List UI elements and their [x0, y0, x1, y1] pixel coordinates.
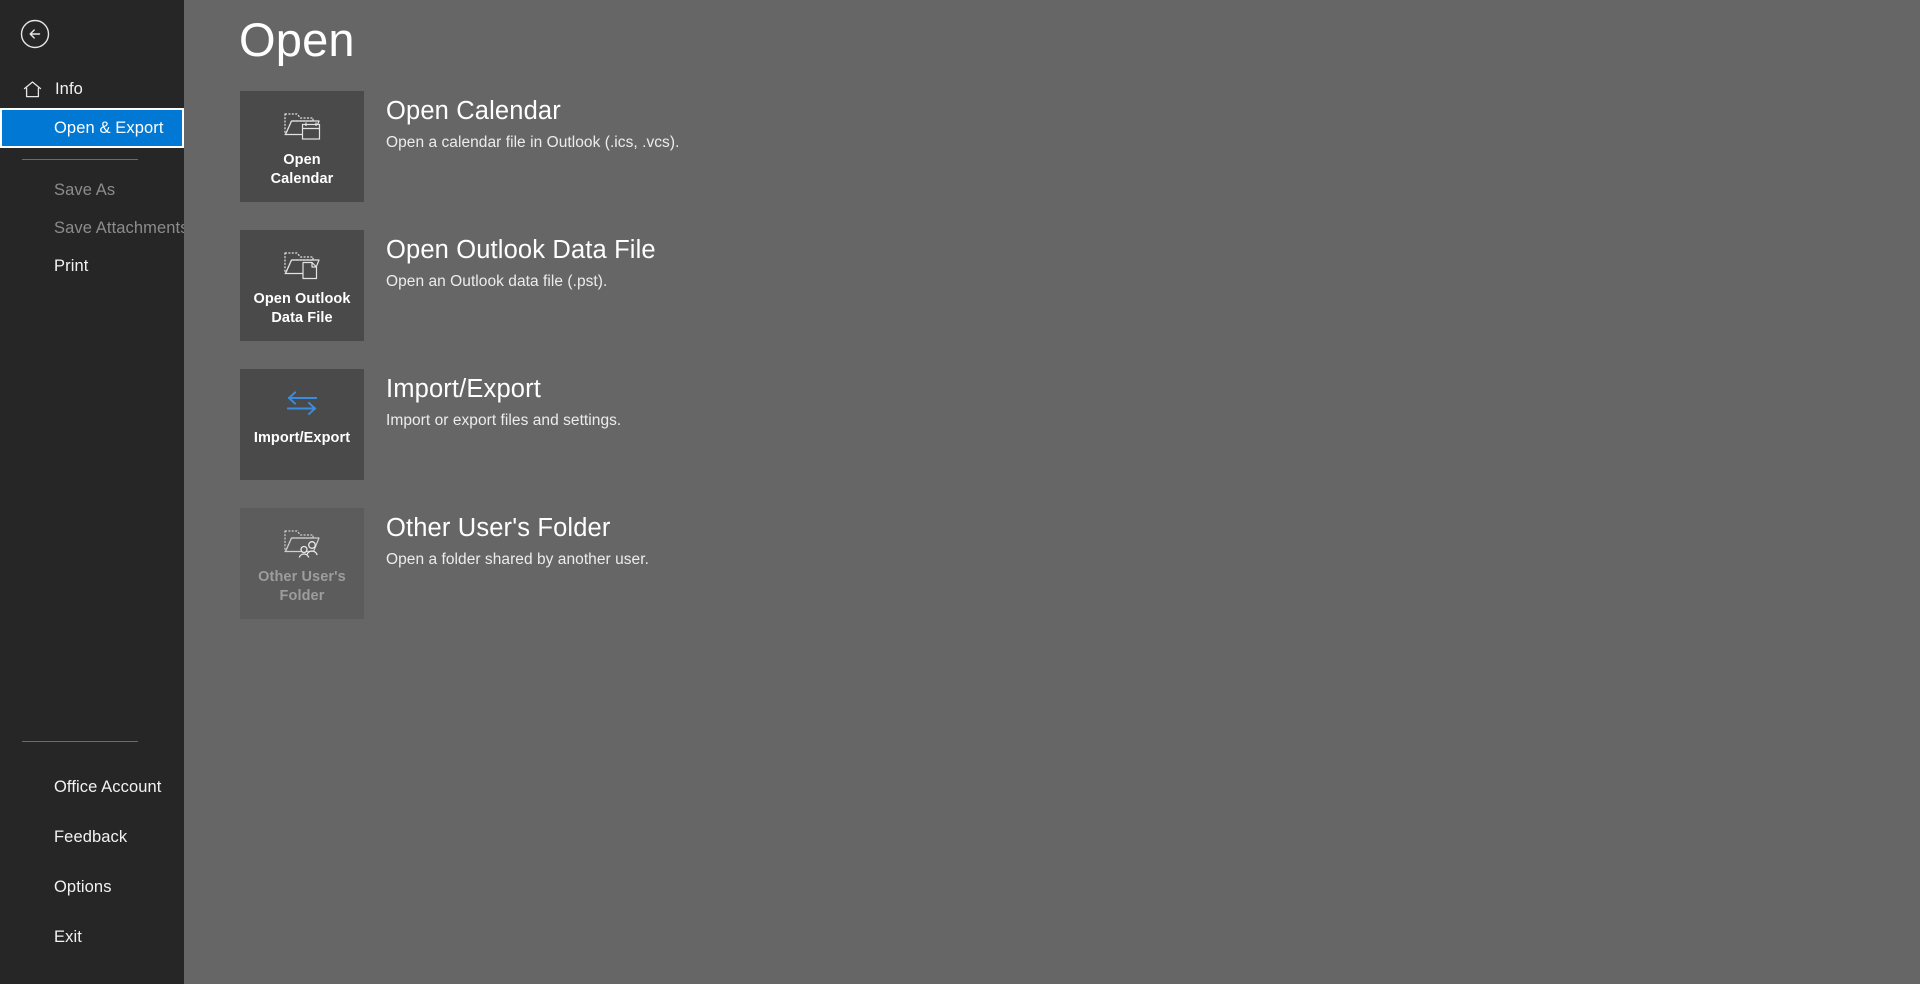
tile-label: Import/Export [248, 429, 356, 448]
option-description: Open a folder shared by another user. [386, 551, 649, 568]
open-option-row: Other User's Folder Other User's Folder … [240, 508, 1240, 619]
sidebar-item-save-attachments[interactable]: Save Attachments [0, 209, 188, 247]
option-heading: Open Calendar [386, 97, 561, 125]
sidebar-nav-bottom: Office Account Feedback Options Exit [0, 741, 184, 962]
sidebar-item-label: Print [54, 256, 89, 275]
option-heading: Import/Export [386, 375, 541, 403]
sidebar-divider-top [22, 159, 138, 160]
sidebar-item-label: Exit [54, 927, 82, 946]
sidebar-item-label: Office Account [54, 777, 162, 796]
sidebar-item-save-as[interactable]: Save As [0, 171, 184, 209]
sidebar-item-open-and-export[interactable]: Open & Export [0, 108, 184, 148]
import-export-arrows-icon [279, 383, 325, 423]
option-description: Open an Outlook data file (.pst). [386, 273, 608, 290]
folder-document-icon [279, 244, 325, 284]
folder-calendar-icon [279, 105, 325, 145]
sidebar-item-feedback[interactable]: Feedback [0, 812, 184, 862]
tile-label: Open Calendar [265, 151, 340, 189]
tile-open-calendar[interactable]: Open Calendar [240, 91, 364, 202]
home-icon [22, 79, 43, 100]
tile-label-line2: Folder [279, 588, 325, 604]
tile-open-outlook-data-file[interactable]: Open Outlook Data File [240, 230, 364, 341]
sidebar-item-label: Feedback [54, 827, 128, 846]
tile-label: Other User's Folder [252, 568, 352, 606]
open-option-text: Open Calendar Open a calendar file in Ou… [386, 91, 679, 154]
sidebar-item-label: Open & Export [54, 118, 164, 137]
open-options-list: Open Calendar Open Calendar Open a calen… [240, 91, 1240, 647]
open-option-row: Open Outlook Data File Open Outlook Data… [240, 230, 1240, 341]
folder-users-icon [279, 522, 325, 562]
sidebar-item-info[interactable]: Info [0, 70, 184, 108]
option-description: Import or export files and settings. [386, 412, 622, 429]
option-heading: Open Outlook Data File [386, 236, 656, 264]
option-heading: Other User's Folder [386, 514, 611, 542]
sidebar-item-label: Save As [54, 180, 116, 199]
tile-label-line1: Open [283, 152, 321, 168]
sidebar-item-print[interactable]: Print [0, 247, 184, 285]
open-option-text: Other User's Folder Open a folder shared… [386, 508, 649, 571]
sidebar-nav-top: Info Open & Export Save As Save Attachme… [0, 70, 188, 285]
open-option-text: Open Outlook Data File Open an Outlook d… [386, 230, 656, 293]
back-arrow-icon[interactable] [19, 18, 51, 50]
tile-import-export[interactable]: Import/Export [240, 369, 364, 480]
sidebar-item-exit[interactable]: Exit [0, 912, 184, 962]
tile-label-line2: Calendar [270, 171, 334, 187]
backstage-view: Info Open & Export Save As Save Attachme… [0, 0, 1920, 984]
tile-label-line1: Other User's [258, 569, 346, 585]
open-option-text: Import/Export Import or export files and… [386, 369, 621, 432]
tile-label-line1: Open Outlook [253, 291, 351, 307]
open-option-row: Import/Export Import/Export Import or ex… [240, 369, 1240, 480]
tile-label-line2: Data File [271, 310, 333, 326]
tile-label: Open Outlook Data File [247, 290, 356, 328]
sidebar-item-office-account[interactable]: Office Account [0, 762, 184, 812]
tile-other-users-folder[interactable]: Other User's Folder [240, 508, 364, 619]
sidebar-item-label: Info [55, 79, 83, 98]
sidebar-item-label: Options [54, 877, 112, 896]
option-description: Open a calendar file in Outlook (.ics, .… [386, 134, 680, 151]
backstage-main: Open Open Calendar Open Calendar Open a … [184, 0, 1920, 984]
backstage-sidebar: Info Open & Export Save As Save Attachme… [0, 0, 188, 984]
page-title: Open [239, 13, 355, 66]
tile-label-line1: Import/Export [253, 430, 351, 446]
sidebar-item-label: Save Attachments [54, 218, 189, 237]
open-option-row: Open Calendar Open Calendar Open a calen… [240, 91, 1240, 202]
sidebar-divider-bottom [22, 741, 138, 742]
sidebar-item-options[interactable]: Options [0, 862, 184, 912]
